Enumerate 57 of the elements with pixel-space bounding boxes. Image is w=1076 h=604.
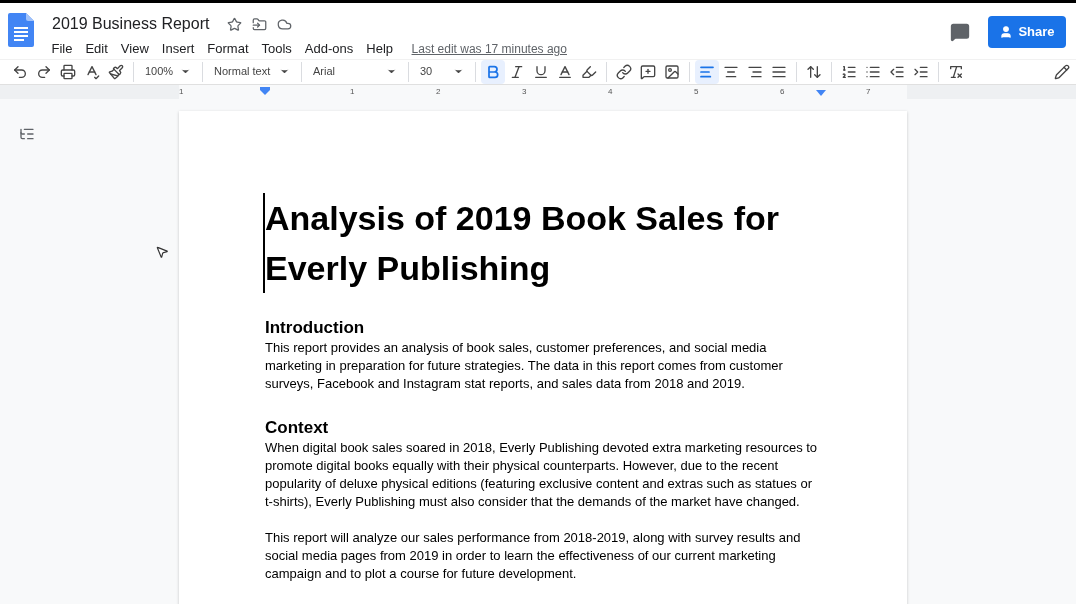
ruler-number: 3 xyxy=(522,86,527,97)
ruler-number: 2 xyxy=(436,86,441,97)
image-icon xyxy=(664,63,680,80)
section-heading: Introduction xyxy=(265,316,366,339)
bold-button[interactable] xyxy=(481,59,505,84)
style-dropdown[interactable]: Normal text xyxy=(208,59,296,84)
comment-icon[interactable] xyxy=(950,22,970,42)
person-icon xyxy=(999,25,1014,39)
share-button[interactable]: Share xyxy=(988,16,1066,48)
font-dropdown[interactable]: Arial xyxy=(307,59,403,84)
ruler-number: 6 xyxy=(780,86,785,97)
move-folder-icon[interactable] xyxy=(252,16,268,32)
menu-item[interactable]: Add-ons xyxy=(298,39,360,59)
link-icon xyxy=(616,63,632,80)
menu-item[interactable]: Format xyxy=(200,39,255,59)
paint-format-icon xyxy=(108,63,124,80)
menu-item[interactable]: Insert xyxy=(155,39,201,59)
align-left-button[interactable] xyxy=(695,59,719,84)
ruler-number: 1 xyxy=(350,86,355,97)
cloud-icon[interactable] xyxy=(277,16,293,32)
text-color-icon xyxy=(557,63,573,80)
document-title: Analysis of 2019 Book Sales for Everly Publishing xyxy=(263,192,825,293)
line-spacing-icon xyxy=(806,63,822,80)
clear-formatting-icon xyxy=(948,63,964,80)
ruler-number: 1 xyxy=(179,86,184,97)
font-size-dropdown[interactable]: 30 xyxy=(414,59,470,84)
edit-mode-icon xyxy=(1054,63,1070,80)
menu-item[interactable]: View xyxy=(114,39,156,59)
section-heading: Context xyxy=(265,416,330,439)
body-paragraph: This report provides an analysis of book sales, customer preferences, and social media marketing in preparation for future strategies. The data in this report comes from customer surveys, Facebook and Instagram stat reports, and sales data from 2018 and 2019. xyxy=(265,338,784,393)
print-icon xyxy=(60,63,76,80)
menu-item[interactable]: Edit xyxy=(78,39,115,59)
underline-icon xyxy=(533,63,549,80)
highlight-icon xyxy=(581,63,597,80)
document-name[interactable]: 2019 Business Report xyxy=(52,12,210,36)
last-edit-link[interactable]: Last edit was 17 minutes ago xyxy=(411,39,567,58)
menu-item[interactable]: Tools xyxy=(255,39,299,59)
spellcheck-icon xyxy=(84,63,100,80)
zoom-dropdown[interactable]: 100% xyxy=(139,59,197,84)
mouse-pointer-icon xyxy=(155,244,169,259)
menu-item[interactable]: Help xyxy=(359,39,400,59)
body-paragraph: This report will analyze our sales performance from 2018-2019, along with survey results and social media pages from 2019 in order to learn the effectiveness of our current marketing campaign and to plot a course for future development. xyxy=(265,528,802,583)
ruler-number: 7 xyxy=(866,86,871,97)
align-left-icon xyxy=(699,63,715,80)
numbered-list-icon xyxy=(841,63,857,80)
bold-icon xyxy=(485,63,501,80)
docs-logo-icon[interactable] xyxy=(8,13,34,47)
undo-icon xyxy=(12,63,28,80)
ruler-number: 4 xyxy=(608,86,613,97)
right-indent-marker[interactable] xyxy=(816,89,826,96)
body-paragraph: When digital book sales soared in 2018, Everly Publishing devoted extra marketing resources to promote digital books equally with their physical counterparts. However, due to the recent popularity of deluxe physical editions (featuring exclusive content and extras such as statues or t-shirts), Everly Publishing must also consider that the demands of the market have changed. xyxy=(265,438,819,511)
menu-item[interactable]: File xyxy=(45,39,79,59)
redo-icon xyxy=(36,63,52,80)
italic-icon xyxy=(509,63,525,80)
add-comment-icon xyxy=(640,63,656,80)
star-icon[interactable] xyxy=(227,16,243,32)
ruler-number: 5 xyxy=(694,86,699,97)
